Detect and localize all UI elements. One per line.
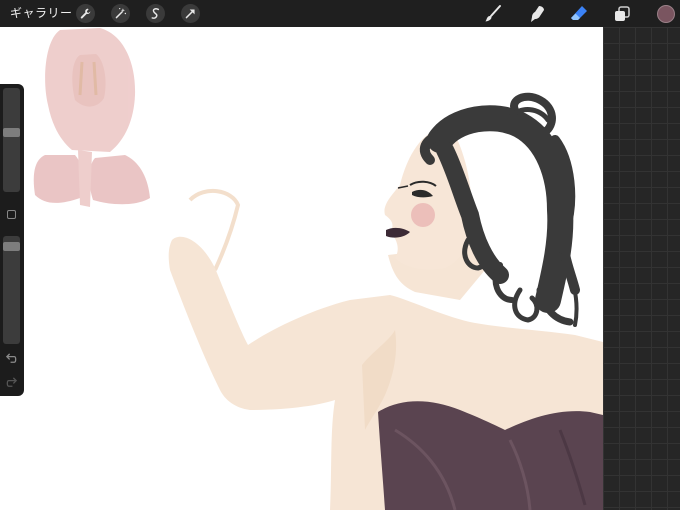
undo-icon[interactable] <box>5 352 18 365</box>
brush-size-slider[interactable] <box>3 88 20 192</box>
brush-size-thumb[interactable] <box>3 128 20 137</box>
paint-tool-button[interactable] <box>483 4 503 24</box>
transform-arrow-icon <box>185 9 195 19</box>
color-picker-button[interactable] <box>657 5 675 23</box>
opacity-slider[interactable] <box>3 236 20 344</box>
actions-button[interactable] <box>76 4 95 23</box>
modify-button[interactable] <box>7 210 16 219</box>
eraser-tool-button[interactable] <box>569 4 589 24</box>
top-toolbar: ギャラリー <box>0 0 680 27</box>
drawing-canvas[interactable] <box>0 27 680 510</box>
selection-button[interactable] <box>146 4 165 23</box>
eraser-icon <box>571 6 587 20</box>
smudge-tool-button[interactable] <box>527 4 547 24</box>
redo-icon[interactable] <box>5 376 18 389</box>
magic-wand-icon <box>115 7 127 19</box>
layers-icon <box>615 6 630 21</box>
gallery-button[interactable]: ギャラリー <box>10 5 73 21</box>
transform-button[interactable] <box>181 4 200 23</box>
brush-icon <box>485 5 501 22</box>
selection-icon <box>151 8 160 19</box>
opacity-thumb[interactable] <box>3 242 20 251</box>
workspace-background <box>603 27 680 510</box>
brush-sidebar <box>0 84 24 396</box>
smudge-icon <box>531 6 544 22</box>
layers-button[interactable] <box>612 4 632 24</box>
wrench-icon <box>80 8 91 19</box>
adjustments-button[interactable] <box>111 4 130 23</box>
